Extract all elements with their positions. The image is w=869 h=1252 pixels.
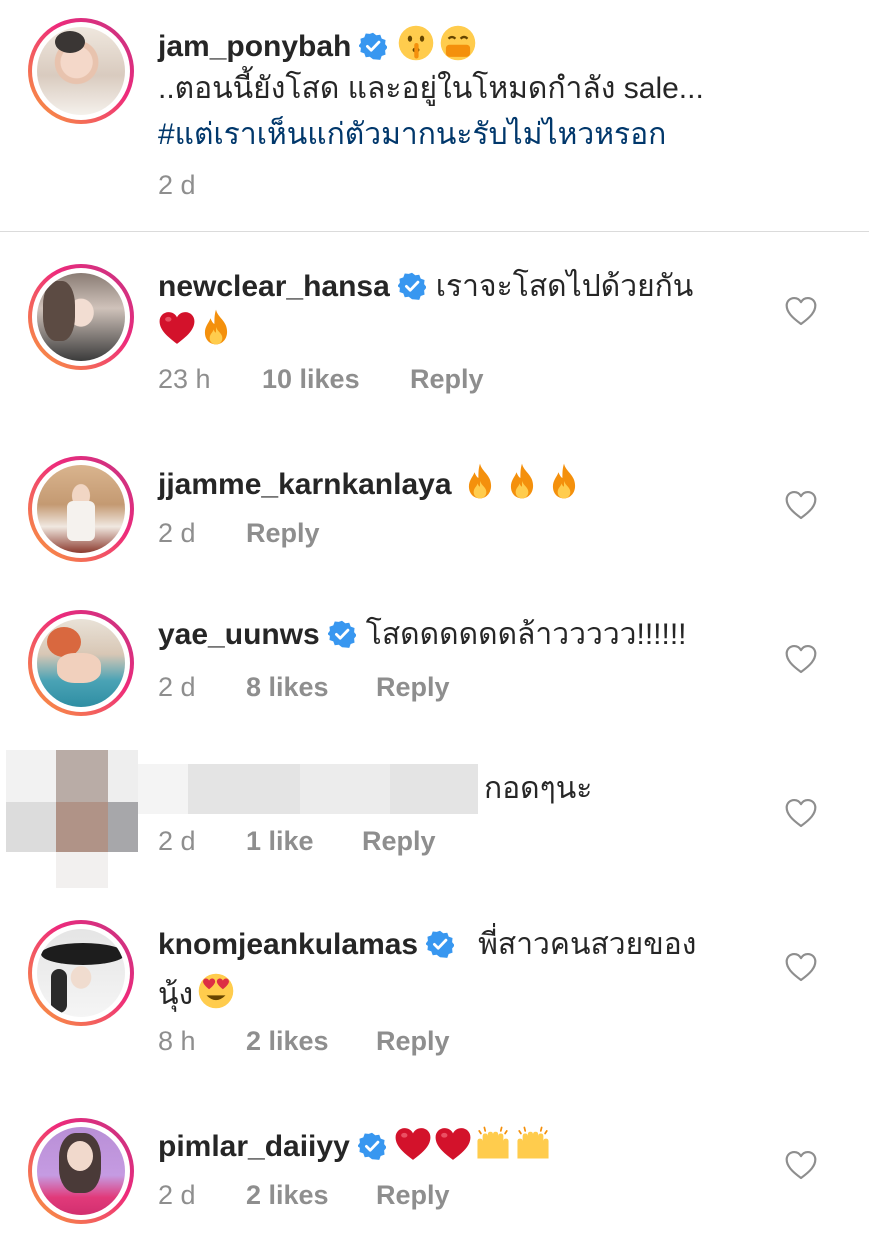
likes-count[interactable]: 10 likes [262, 364, 360, 395]
avatar[interactable] [28, 18, 134, 124]
verified-badge-icon [328, 620, 356, 648]
avatar-photo [37, 273, 125, 361]
comment-time: 2 d [158, 672, 196, 702]
username[interactable]: pimlar_daiiyy [158, 1130, 350, 1163]
fire-icon [200, 308, 232, 346]
fire-icon [506, 462, 538, 500]
verified-badge-icon [398, 272, 426, 300]
verified-badge-icon [358, 1132, 386, 1160]
reply-button[interactable]: Reply [376, 1180, 450, 1211]
reply-button[interactable]: Reply [376, 1026, 450, 1057]
likes-count[interactable]: 1 like [246, 826, 314, 857]
raising-hands-icon [514, 1124, 552, 1162]
like-heart-icon[interactable] [784, 952, 818, 982]
comment-text: พี่สาวคนสวยของ [478, 928, 697, 961]
fire-icon [548, 462, 580, 500]
red-heart-icon [434, 1126, 472, 1162]
comment-text-continued: นุ้ง [158, 978, 194, 1011]
username[interactable]: knomjeankulamas [158, 928, 418, 961]
avatar-photo [37, 619, 125, 707]
comment-item-redacted: กอดๆนะ 2 d 1 like Reply [0, 748, 869, 888]
heart-eyes-face-icon [197, 972, 235, 1010]
avatar[interactable] [28, 456, 134, 562]
avatar-photo [37, 27, 125, 115]
red-heart-icon [158, 310, 196, 346]
comment-item: pimlar_daiiyy 2 d 2 likes Reply [0, 1112, 869, 1232]
comment-item: yae_uunws โสดดดดดดล้าววววว!!!!!! 2 d 8 li… [0, 606, 869, 716]
reply-button[interactable]: Reply [410, 364, 484, 395]
username[interactable]: newclear_hansa [158, 270, 390, 303]
avatar-photo [37, 465, 125, 553]
like-heart-icon[interactable] [784, 490, 818, 520]
likes-count[interactable]: 2 likes [246, 1026, 329, 1057]
caption-hashtag[interactable]: #แต่เราเห็นแก่ตัวมากนะรับไม่ไหวหรอก [158, 116, 666, 154]
comment-item: jjamme_karnkanlaya 2 d Reply [0, 452, 869, 562]
avatar-photo [37, 1127, 125, 1215]
like-heart-icon[interactable] [784, 296, 818, 326]
like-heart-icon[interactable] [784, 1150, 818, 1180]
comment-time: 2 d [158, 826, 196, 856]
comment-time: 8 h [158, 1026, 196, 1056]
like-heart-icon[interactable] [784, 644, 818, 674]
comment-text: กอดๆนะ [484, 772, 593, 805]
comment-time: 2 d [158, 518, 196, 548]
likes-count[interactable]: 2 likes [246, 1180, 329, 1211]
shushing-face-icon [397, 24, 435, 62]
avatar-photo [37, 929, 125, 1017]
avatar[interactable] [28, 610, 134, 716]
caption-block: jam_ponybah ..ตอนนี้ยังโสด และอยู่ในโหมด… [0, 0, 869, 232]
fire-icon [464, 462, 496, 500]
caption-text: ..ตอนนี้ยังโสด และอยู่ในโหมดกำลัง sale..… [158, 72, 704, 105]
comment-text: โสดดดดดดล้าววววว!!!!!! [365, 618, 687, 651]
comment-time: 23 h [158, 364, 211, 394]
comment-time: 2 d [158, 1180, 196, 1210]
comment-text: เราจะโสดไปด้วยกัน [435, 270, 694, 303]
red-heart-icon [394, 1126, 432, 1162]
comment-item: newclear_hansa เราจะโสดไปด้วยกัน 23 h 10 … [0, 258, 869, 408]
username[interactable]: jjamme_karnkanlaya [158, 468, 452, 501]
reply-button[interactable]: Reply [376, 672, 450, 703]
likes-count[interactable]: 8 likes [246, 672, 329, 703]
comment-item: knomjeankulamas พี่สาวคนสวยของ นุ้ง 8 h 2… [0, 916, 869, 1066]
verified-badge-icon [359, 32, 387, 60]
reply-button[interactable]: Reply [362, 826, 436, 857]
avatar[interactable] [28, 264, 134, 370]
raising-hands-icon [474, 1124, 512, 1162]
username[interactable]: jam_ponybah [158, 30, 351, 63]
username[interactable]: yae_uunws [158, 618, 320, 651]
hand-over-mouth-face-icon [439, 24, 477, 62]
avatar[interactable] [28, 1118, 134, 1224]
avatar[interactable] [28, 920, 134, 1026]
like-heart-icon[interactable] [784, 798, 818, 828]
comment-time: 2 d [158, 170, 196, 200]
verified-badge-icon [426, 930, 454, 958]
reply-button[interactable]: Reply [246, 518, 320, 549]
